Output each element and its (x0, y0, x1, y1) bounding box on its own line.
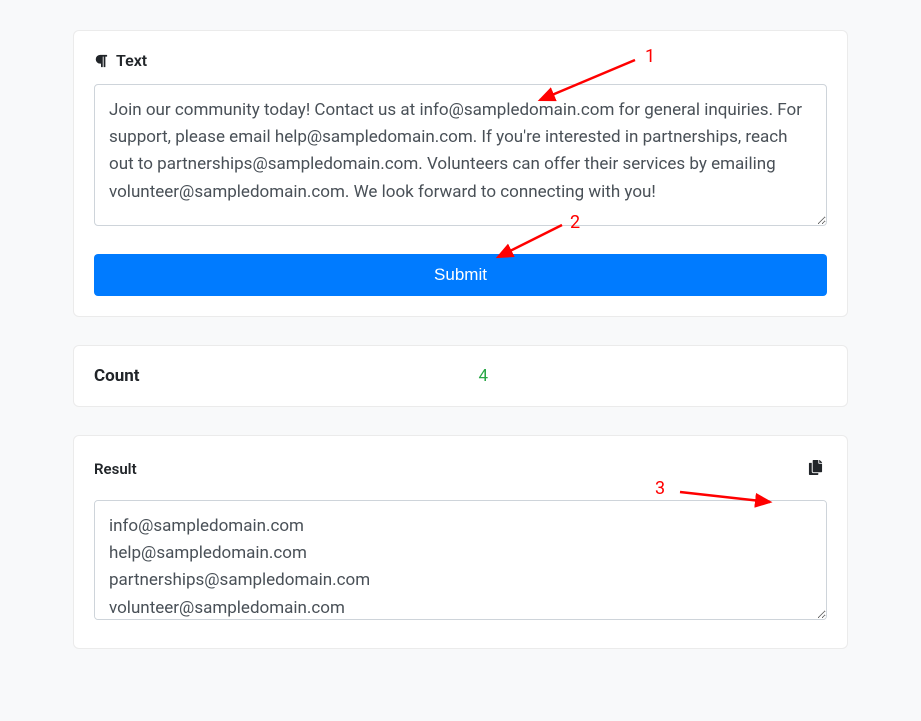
copy-button[interactable] (804, 456, 827, 482)
copy-icon (808, 463, 823, 478)
text-input[interactable] (94, 84, 827, 226)
count-label: Count (94, 366, 140, 386)
result-card: Result (73, 435, 848, 649)
text-label-row: Text (94, 51, 827, 70)
submit-button[interactable]: Submit (94, 254, 827, 296)
count-row: Count 4 (94, 366, 827, 386)
input-card: Text Submit (73, 30, 848, 317)
paragraph-icon (94, 54, 108, 68)
count-value: 4 (140, 366, 827, 386)
result-header: Result (94, 456, 827, 482)
count-card: Count 4 (73, 345, 848, 407)
result-output[interactable] (94, 500, 827, 620)
text-label: Text (116, 51, 147, 70)
result-label: Result (94, 460, 137, 478)
